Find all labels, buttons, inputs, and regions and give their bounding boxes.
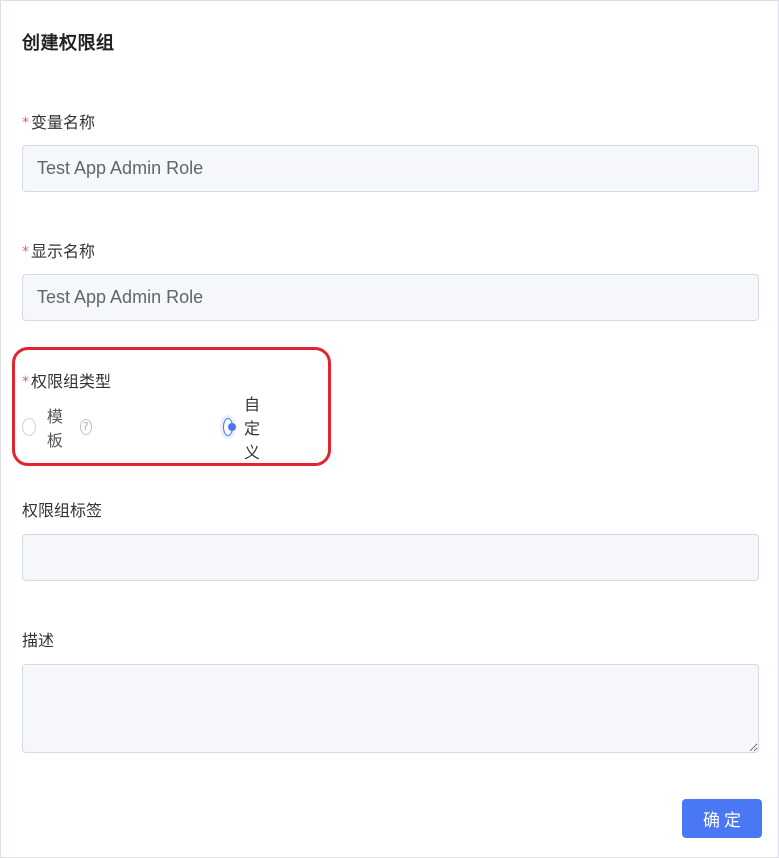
radio-custom[interactable]: 自定义: [223, 395, 268, 462]
display-name-label: * 显示名称: [22, 238, 95, 262]
group-type-label-text: 权限组类型: [31, 372, 112, 391]
var-name-label-text: 变量名称: [31, 113, 96, 132]
var-name-input[interactable]: [22, 145, 759, 192]
radio-custom-circle[interactable]: [223, 418, 236, 436]
required-mark: *: [22, 244, 29, 260]
radio-custom-label[interactable]: 自定义: [244, 391, 268, 463]
radio-template-circle[interactable]: [22, 418, 36, 436]
group-tags-label-text: 权限组标签: [22, 501, 103, 520]
required-mark: *: [22, 374, 29, 390]
display-name-input[interactable]: [22, 274, 759, 321]
var-name-label: * 变量名称: [22, 109, 95, 133]
dialog-title: 创建权限组: [22, 33, 115, 54]
question-circle-icon[interactable]: ?: [79, 419, 93, 435]
group-tags-input[interactable]: [22, 534, 759, 581]
group-tags-label: 权限组标签: [22, 497, 102, 521]
description-textarea[interactable]: [22, 664, 759, 753]
display-name-label-text: 显示名称: [31, 242, 96, 261]
confirm-button[interactable]: 确定: [682, 799, 762, 838]
radio-template[interactable]: 模板 ?: [22, 407, 93, 450]
group-type-label: * 权限组类型: [22, 368, 111, 392]
description-label: 描述: [22, 627, 54, 651]
required-mark: *: [22, 115, 29, 131]
create-permission-group-panel: 创建权限组 *变量名称 *显示名称 *权限组类型 模板 ? 自定义 权限组标签 …: [0, 0, 779, 858]
radio-template-label[interactable]: 模板: [47, 403, 71, 451]
description-label-text: 描述: [22, 631, 55, 650]
